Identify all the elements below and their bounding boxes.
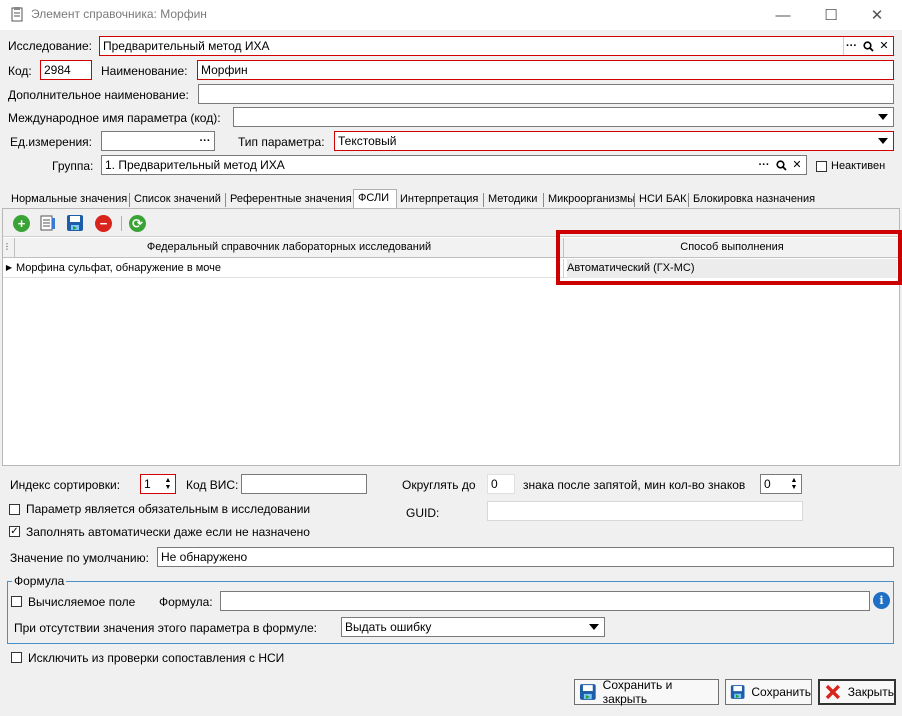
window-title: Элемент справочника: Морфин [31,7,207,21]
study-field[interactable]: Предварительный метод ИХА ··· ✕ [99,36,894,56]
autofill-checkbox[interactable]: ✓ [9,526,20,537]
code-field[interactable]: 2984 [40,60,92,80]
edit-icon[interactable] [39,214,57,232]
study-clear-icon[interactable]: ✕ [876,37,892,55]
chevron-down-icon[interactable] [586,618,602,636]
save-button[interactable]: Сохранить [725,679,812,705]
highlight-box [556,230,902,285]
maximize-button[interactable]: ☐ [808,0,854,30]
exclude-nsi-label: Исключить из проверки сопоставления с НС… [28,651,285,665]
vis-code-field[interactable] [241,474,367,494]
minimize-button[interactable]: — [760,0,806,30]
save-and-close-label: Сохранить и закрыть [602,678,673,706]
toolbar-divider [121,216,122,231]
save-icon [579,684,596,700]
default-value-label: Значение по умолчанию: [10,551,149,565]
save-icon [730,685,745,699]
vis-code-label: Код ВИС: [186,478,239,492]
formula-group-title: Формула [12,573,67,589]
save-label: Сохранить [751,685,811,699]
chevron-down-icon[interactable] [875,108,891,126]
code-label: Код: [8,64,32,78]
sort-index-label: Индекс сортировки: [10,478,121,492]
computed-checkbox[interactable] [11,596,22,607]
formula-label: Формула: [159,595,213,609]
required-checkbox[interactable] [9,504,20,515]
intl-name-label: Международное имя параметра (код): [8,111,221,125]
computed-label: Вычисляемое поле [28,595,136,609]
tab-microorganisms[interactable]: Микроорганизмы [544,191,639,209]
row-pointer-icon: ▶ [5,263,13,272]
group-select-button[interactable]: ··· [756,156,772,174]
formula-field[interactable] [220,591,870,611]
grid-corner[interactable]: ⋮⋮ [3,238,15,257]
guid-field[interactable] [487,501,803,521]
tab-interpretation[interactable]: Интерпретация [396,191,482,209]
study-value: Предварительный метод ИХА [103,39,270,53]
group-value: 1. Предварительный метод ИХА [105,158,285,172]
min-digits-spinner[interactable]: 0 ▲ ▼ [760,474,802,494]
tab-fsli[interactable]: ФСЛИ [353,189,397,209]
chevron-down-icon[interactable] [875,132,891,150]
sort-index-value: 1 [144,477,151,491]
extra-name-label: Дополнительное наименование: [8,88,189,102]
missing-value: Выдать ошибку [345,620,432,634]
inactive-label: Неактивен [831,160,886,172]
missing-label: При отсутствии значения этого параметра … [14,621,318,635]
save-icon[interactable] [66,214,84,232]
tab-block-assignment[interactable]: Блокировка назначения [689,191,819,209]
tab-nsi-bak[interactable]: НСИ БАК [635,191,691,209]
required-label: Параметр является обязательным в исследо… [26,502,311,516]
tab-reference-values[interactable]: Референтные значения [226,191,356,209]
extra-name-field[interactable] [198,84,894,104]
autofill-label: Заполнять автоматически даже если не наз… [26,525,310,539]
spin-arrows-icon[interactable]: ▲ ▼ [787,475,801,493]
param-type-label: Тип параметра: [238,135,325,149]
spin-arrows-icon[interactable]: ▲ ▼ [161,475,175,493]
group-label: Группа: [52,159,94,173]
group-clear-icon[interactable]: ✕ [789,156,805,174]
col-header-fsli[interactable]: Федеральный справочник лабораторных иссл… [15,238,564,257]
title-bar: Элемент справочника: Морфин — ☐ ✕ [0,0,902,30]
min-digits-value: 0 [764,477,771,491]
unit-select-button[interactable]: ··· [197,132,213,150]
app-icon [9,6,25,22]
close-label: Закрыть [847,685,894,699]
param-type-select[interactable]: Текстовый [334,131,894,151]
round-label: Округлять до [402,478,476,492]
study-select-button[interactable]: ··· [843,37,859,55]
close-window-button[interactable]: ✕ [854,0,900,30]
round-field[interactable]: 0 [487,474,515,494]
refresh-icon[interactable]: ⟳ [129,215,146,232]
tab-value-list[interactable]: Список значений [130,191,225,209]
add-icon[interactable]: + [13,215,30,232]
exclude-nsi-checkbox[interactable] [11,652,22,663]
unit-field[interactable]: ··· [101,131,215,151]
inactive-checkbox[interactable] [816,161,827,172]
close-button[interactable]: Закрыть [818,679,896,705]
close-icon [825,684,841,700]
name-label: Наименование: [101,64,188,78]
study-search-icon[interactable] [860,37,876,55]
group-search-icon[interactable] [773,156,789,174]
study-label: Исследование: [8,39,92,53]
intl-name-select[interactable] [233,107,894,127]
sort-index-spinner[interactable]: 1 ▲ ▼ [140,474,176,494]
missing-select[interactable]: Выдать ошибку [341,617,605,637]
row-fsli-cell[interactable]: Морфина сульфат, обнаружение в моче [16,259,564,278]
param-type-value: Текстовый [338,134,397,148]
tab-normal-values[interactable]: Нормальные значения [7,191,131,209]
name-field[interactable]: Морфин [197,60,894,80]
save-and-close-button[interactable]: Сохранить и закрыть [574,678,719,706]
guid-label: GUID: [406,506,440,520]
default-value-field[interactable]: Не обнаружено [157,547,894,567]
unit-label: Ед.измерения: [10,135,92,149]
group-field[interactable]: 1. Предварительный метод ИХА ··· ✕ [101,155,807,175]
decimals-label: знака после запятой, мин кол-во знаков [523,478,746,492]
tab-methods[interactable]: Методики [484,191,541,209]
delete-icon[interactable]: − [95,215,112,232]
info-icon[interactable]: i [873,592,890,609]
